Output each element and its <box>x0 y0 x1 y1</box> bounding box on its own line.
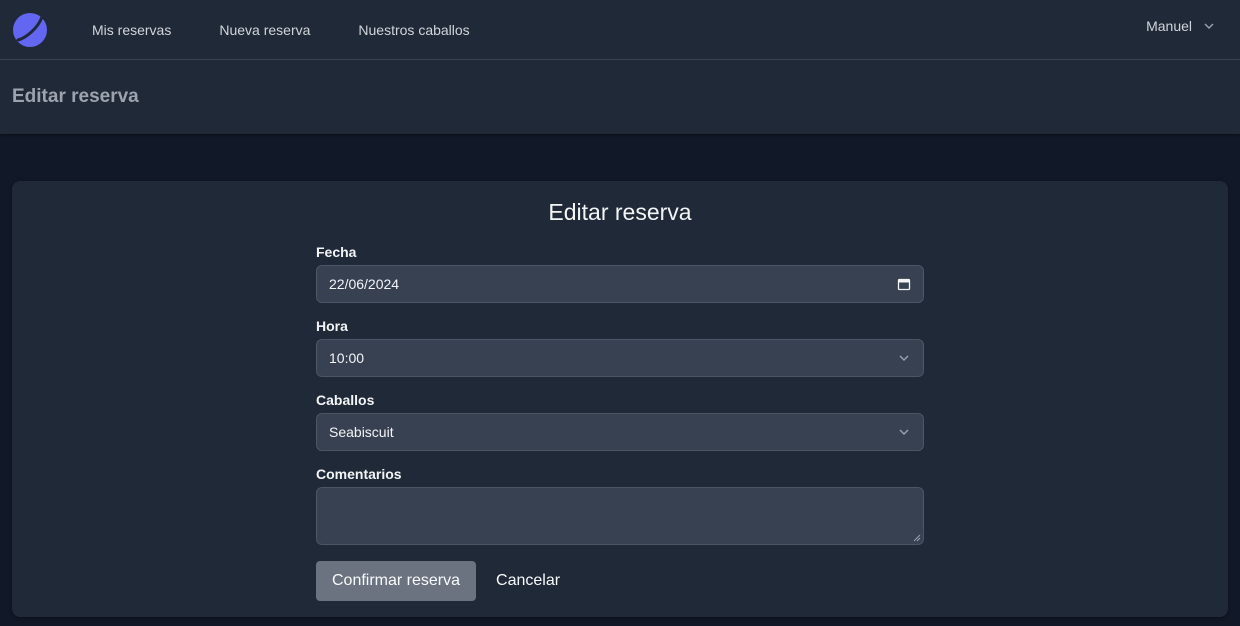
fecha-label: Fecha <box>316 244 357 260</box>
caballos-select[interactable]: Seabiscuit <box>316 413 924 451</box>
comentarios-textarea[interactable] <box>316 487 924 545</box>
nav-link-mis-reservas[interactable]: Mis reservas <box>92 20 171 40</box>
nav-link-nueva-reserva[interactable]: Nueva reserva <box>219 20 310 40</box>
caballos-value: Seabiscuit <box>329 424 394 440</box>
fecha-field: Fecha 22/06/2024 <box>316 243 924 303</box>
page-header: Editar reserva <box>0 60 1240 134</box>
nav-links: Mis reservas Nueva reserva Nuestros caba… <box>92 20 518 40</box>
hora-label: Hora <box>316 318 348 334</box>
chevron-down-icon <box>899 429 909 435</box>
page-title: Editar reserva <box>12 86 139 107</box>
cancel-button[interactable]: Cancelar <box>496 572 560 590</box>
top-navbar: Mis reservas Nueva reserva Nuestros caba… <box>0 0 1240 60</box>
chevron-down-icon <box>1204 23 1214 29</box>
main-content: Editar reserva Fecha 22/06/2024 Hora 10:… <box>0 134 1240 617</box>
edit-reservation-card: Editar reserva Fecha 22/06/2024 Hora 10:… <box>12 181 1228 617</box>
confirm-reservation-button[interactable]: Confirmar reserva <box>316 561 477 601</box>
edit-reservation-form: Fecha 22/06/2024 Hora 10:00 Caballos Sea… <box>316 243 924 601</box>
nav-link-nuestros-caballos[interactable]: Nuestros caballos <box>358 20 469 40</box>
caballos-label: Caballos <box>316 392 375 408</box>
user-menu[interactable]: Manuel <box>1146 18 1216 34</box>
fecha-date-input[interactable]: 22/06/2024 <box>316 265 924 303</box>
calendar-icon[interactable] <box>897 277 911 291</box>
comentarios-field: Comentarios <box>316 465 924 545</box>
hora-field: Hora 10:00 <box>316 317 924 377</box>
hora-select[interactable]: 10:00 <box>316 339 924 377</box>
caballos-field: Caballos Seabiscuit <box>316 391 924 451</box>
chevron-down-icon <box>899 355 909 361</box>
comentarios-label: Comentarios <box>316 466 402 482</box>
form-title: Editar reserva <box>548 199 692 225</box>
crescent-logo-icon[interactable] <box>12 12 48 48</box>
hora-value: 10:00 <box>329 350 365 366</box>
form-actions: Confirmar reserva Cancelar <box>316 561 924 601</box>
fecha-value: 22/06/2024 <box>329 276 400 292</box>
resize-grip-icon[interactable] <box>913 534 921 542</box>
user-name: Manuel <box>1146 18 1192 34</box>
